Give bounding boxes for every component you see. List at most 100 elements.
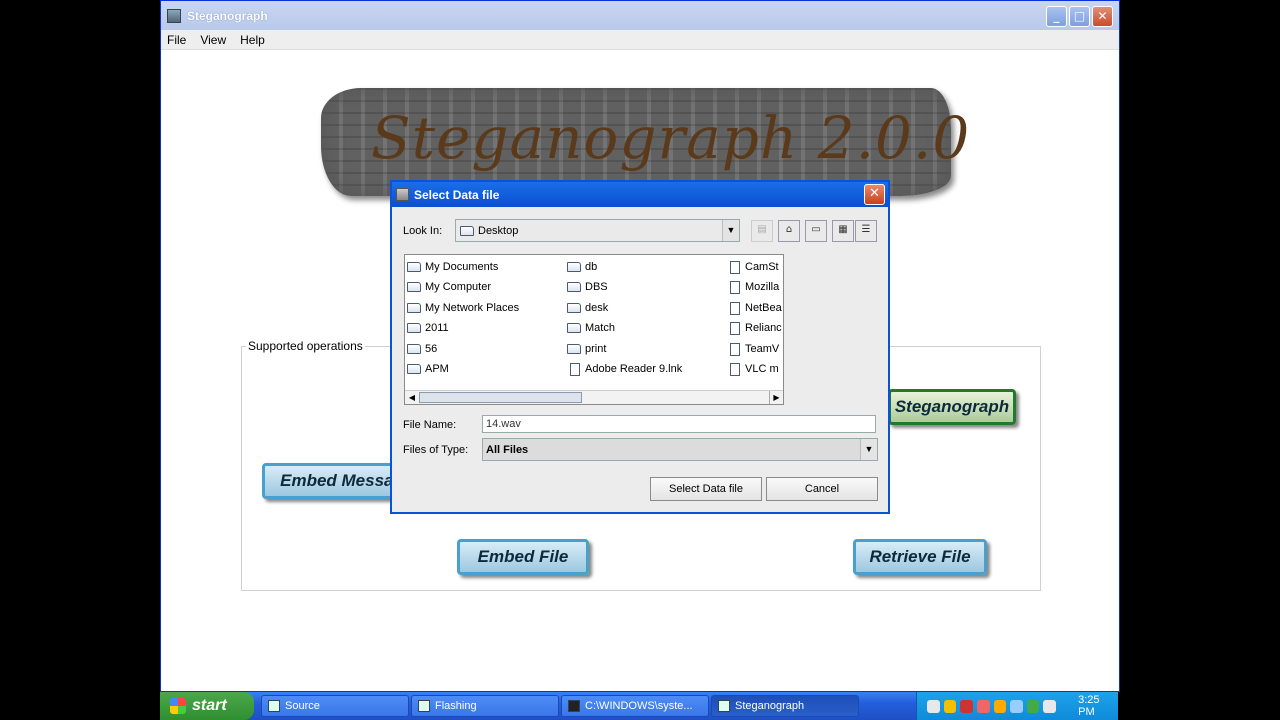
file-list[interactable]: My Documents My Computer My Network Plac…: [404, 254, 784, 405]
taskbar-item-cmd[interactable]: C:\WINDOWS\syste...: [561, 695, 709, 717]
file-icon: [730, 280, 740, 294]
list-item[interactable]: My Network Places: [407, 300, 519, 316]
scrollbar-thumb[interactable]: [419, 392, 582, 403]
menu-view[interactable]: View: [200, 33, 226, 47]
start-label: start: [192, 697, 227, 714]
scroll-right-icon[interactable]: ▶: [769, 391, 783, 404]
java-app-icon: [718, 700, 730, 712]
folder-icon: [407, 262, 421, 273]
antivirus-icon[interactable]: [960, 699, 973, 713]
minimize-button[interactable]: _: [1046, 6, 1067, 27]
list-item[interactable]: NetBea: [730, 300, 782, 316]
taskbar-item-steganograph[interactable]: Steganograph: [711, 695, 859, 717]
look-in-value: Desktop: [478, 224, 519, 237]
cancel-button[interactable]: Cancel: [766, 477, 878, 501]
chevron-down-icon: ▼: [722, 220, 739, 241]
folder-icon: [407, 364, 421, 375]
menu-file[interactable]: File: [167, 33, 186, 47]
console-icon: [568, 700, 580, 712]
scroll-left-icon[interactable]: ◀: [405, 391, 419, 404]
taskbar-item-flashing[interactable]: Flashing: [411, 695, 559, 717]
files-of-type-combo[interactable]: All Files ▼: [482, 438, 878, 461]
list-item[interactable]: desk: [567, 300, 608, 316]
up-folder-icon[interactable]: ▤: [751, 220, 773, 242]
look-in-label: Look In:: [403, 225, 443, 237]
list-item[interactable]: Match: [567, 320, 615, 336]
details-view-icon[interactable]: ☰: [855, 220, 877, 242]
file-name: TeamV: [745, 343, 780, 355]
shield-icon[interactable]: [943, 699, 957, 713]
home-icon[interactable]: ⌂: [778, 220, 800, 242]
file-name: DBS: [585, 281, 608, 293]
file-name: APM: [425, 363, 449, 375]
camera-icon[interactable]: [993, 699, 1007, 713]
steganograph-button[interactable]: Steganograph: [888, 389, 1016, 425]
file-name: CamSt: [745, 261, 779, 273]
taskbar: start Source Flashing C:\WINDOWS\syste..…: [160, 692, 1118, 720]
list-item[interactable]: VLC m: [730, 361, 779, 377]
list-item[interactable]: My Documents: [407, 259, 498, 275]
folder-icon: [567, 262, 581, 273]
system-tray: 3:25 PM: [916, 692, 1118, 720]
clock: 3:25 PM: [1078, 694, 1100, 718]
window-title: Steganograph: [187, 8, 268, 23]
taskbar-item-source[interactable]: Source: [261, 695, 409, 717]
maximize-button[interactable]: □: [1069, 6, 1090, 27]
file-name-input[interactable]: 14.wav: [482, 415, 876, 433]
menu-bar: File View Help: [161, 30, 1119, 50]
close-button[interactable]: ✕: [1092, 6, 1113, 27]
dialog-title-bar[interactable]: Select Data file: [392, 182, 888, 207]
folder-icon: [407, 344, 421, 355]
volume-icon[interactable]: [1043, 699, 1057, 713]
folder-icon: [460, 225, 474, 236]
list-item[interactable]: db: [567, 259, 597, 275]
look-in-combo[interactable]: Desktop ▼: [455, 219, 740, 242]
new-folder-icon[interactable]: ▭: [805, 220, 827, 242]
file-icon: [730, 321, 740, 335]
task-label: Source: [285, 700, 320, 712]
file-name: print: [585, 343, 607, 355]
list-item[interactable]: print: [567, 341, 606, 357]
folder-icon: [407, 303, 421, 314]
list-item[interactable]: CamSt: [730, 259, 779, 275]
files-of-type-label: Files of Type:: [403, 444, 469, 456]
list-item[interactable]: Mozilla: [730, 279, 779, 295]
list-item[interactable]: TeamV: [730, 341, 779, 357]
logo-text: Steganograph 2.0.0: [371, 104, 971, 172]
file-name-label: File Name:: [403, 419, 457, 431]
file-name: NetBea: [745, 302, 782, 314]
menu-help[interactable]: Help: [240, 33, 265, 47]
file-icon: [730, 301, 740, 315]
network-icon[interactable]: [927, 699, 940, 713]
folder-icon: [407, 282, 421, 293]
horizontal-scrollbar[interactable]: ◀ ▶: [405, 390, 783, 404]
list-item[interactable]: My Computer: [407, 279, 491, 295]
embed-file-button[interactable]: Embed File: [457, 539, 589, 575]
folder-icon: [567, 344, 581, 355]
list-item[interactable]: APM: [407, 361, 449, 377]
app-icon: [418, 700, 430, 712]
list-item[interactable]: Adobe Reader 9.lnk: [570, 361, 682, 377]
folder-icon: [268, 700, 280, 712]
main-title-bar[interactable]: Steganograph _ □ ✕: [161, 1, 1119, 30]
folder-icon: [567, 303, 581, 314]
file-name: db: [585, 261, 598, 273]
file-name: 56: [425, 343, 438, 355]
start-button[interactable]: start: [160, 692, 254, 720]
file-icon: [570, 362, 580, 376]
retrieve-file-button[interactable]: Retrieve File: [853, 539, 987, 575]
java-icon[interactable]: [976, 699, 990, 713]
select-data-file-button[interactable]: Select Data file: [650, 477, 762, 501]
file-name: My Network Places: [425, 302, 520, 314]
file-icon: [730, 342, 740, 356]
task-label: C:\WINDOWS\syste...: [585, 700, 693, 712]
list-item[interactable]: Relianc: [730, 320, 782, 336]
group-title: Supported operations: [246, 339, 365, 353]
sync-icon[interactable]: [1010, 699, 1023, 713]
list-item[interactable]: 56: [407, 341, 437, 357]
teamviewer-icon[interactable]: [1026, 699, 1040, 713]
list-item[interactable]: DBS: [567, 279, 608, 295]
list-item[interactable]: 2011: [407, 320, 449, 336]
dialog-close-button[interactable]: ✕: [864, 184, 885, 205]
list-view-icon[interactable]: ▦: [832, 220, 854, 242]
